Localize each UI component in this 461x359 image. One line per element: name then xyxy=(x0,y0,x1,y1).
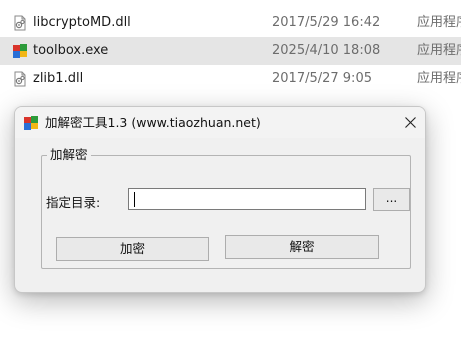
exe-app-icon xyxy=(13,44,27,58)
file-row-zlib1[interactable]: zlib1.dll 2017/5/27 9:05 应用程序扩 xyxy=(0,65,461,93)
file-type: 应用程序扩 xyxy=(417,71,461,86)
close-icon xyxy=(404,117,416,128)
file-name: zlib1.dll xyxy=(33,71,84,86)
text-caret xyxy=(134,192,135,207)
crypto-tool-dialog: 加解密工具1.3 (www.tiaozhuan.net) 加解密 指定目录: .… xyxy=(14,106,426,293)
dll-file-icon xyxy=(14,15,26,31)
dialog-title: 加解密工具1.3 (www.tiaozhuan.net) xyxy=(45,115,261,130)
file-row-toolbox[interactable]: toolbox.exe 2025/4/10 18:08 应用程序 xyxy=(0,37,461,65)
file-date: 2025/4/10 18:08 xyxy=(272,43,381,58)
app-icon xyxy=(24,116,38,130)
decrypt-button[interactable]: 解密 xyxy=(225,235,379,259)
file-name: toolbox.exe xyxy=(33,43,109,58)
directory-input[interactable] xyxy=(128,188,366,210)
dialog-titlebar[interactable]: 加解密工具1.3 (www.tiaozhuan.net) xyxy=(15,107,425,138)
file-type: 应用程序 xyxy=(417,43,461,58)
file-date: 2017/5/27 9:05 xyxy=(272,71,372,86)
file-name: libcryptoMD.dll xyxy=(33,15,131,30)
directory-label: 指定目录: xyxy=(46,195,101,210)
file-date: 2017/5/29 16:42 xyxy=(272,15,381,30)
browse-button[interactable]: ... xyxy=(373,188,410,211)
dll-file-icon xyxy=(14,71,26,87)
directory-field[interactable] xyxy=(129,190,365,210)
file-row-libcryptomd[interactable]: libcryptoMD.dll 2017/5/29 16:42 应用程序扩 xyxy=(0,9,461,37)
file-type: 应用程序扩 xyxy=(417,15,461,30)
close-button[interactable] xyxy=(395,107,425,138)
groupbox-title: 加解密 xyxy=(47,148,91,162)
encrypt-button[interactable]: 加密 xyxy=(56,237,209,261)
